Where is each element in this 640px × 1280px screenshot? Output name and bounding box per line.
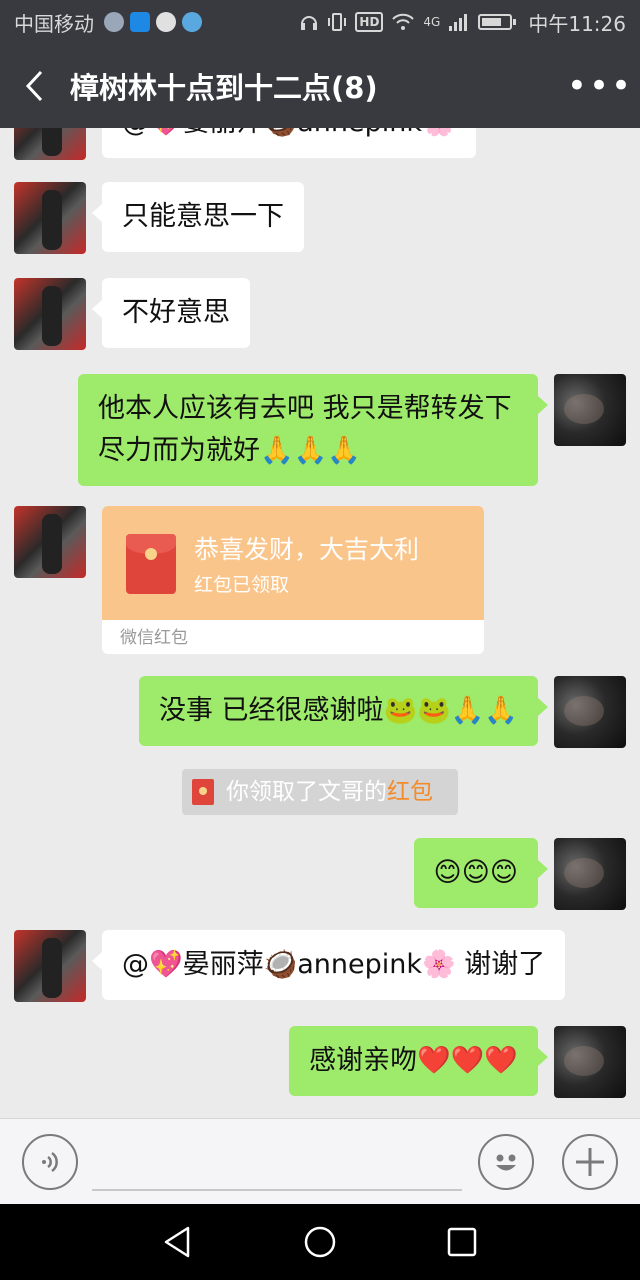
chat-title: 樟树林十点到十二点(8) xyxy=(70,71,378,105)
headset-icon xyxy=(301,16,318,30)
avatar[interactable] xyxy=(14,182,86,254)
battery-icon xyxy=(478,14,517,30)
home-circle-icon[interactable] xyxy=(302,1224,338,1260)
clock: 中午11:26 xyxy=(528,11,626,36)
message-bubble-in[interactable]: 不好意思 xyxy=(92,278,250,348)
red-packet-icon xyxy=(126,534,176,594)
avatar[interactable] xyxy=(554,838,626,910)
red-packet-icon xyxy=(192,779,214,805)
more-button[interactable]: ••• xyxy=(560,44,640,128)
back-button[interactable] xyxy=(0,44,70,128)
status-bar: 中国移动 HD 4G 中午11:26 xyxy=(0,0,640,44)
red-packet-status: 红包已领取 xyxy=(194,574,290,596)
message-bubble-in[interactable]: @💖晏丽萍🥥annepink🌸 xyxy=(102,128,476,158)
carrier-label: 中国移动 xyxy=(14,11,94,36)
emoji-icon xyxy=(496,1154,516,1171)
chat-area[interactable]: @💖晏丽萍🥥annepink🌸 只能意思一下 不好意思 他本人应该有去吧 我只是… xyxy=(0,128,640,1118)
shield-icon xyxy=(130,12,150,32)
red-packet-title: 恭喜发财，大吉大利 xyxy=(194,535,420,564)
avatar[interactable] xyxy=(14,128,86,160)
back-triangle-icon[interactable] xyxy=(160,1224,196,1260)
avatar[interactable] xyxy=(14,506,86,578)
message-row: @💖晏丽萍🥥annepink🌸 xyxy=(0,128,640,160)
message-bubble-out[interactable]: 没事 已经很感谢啦🐸🐸🙏🙏 xyxy=(138,676,549,746)
telegram-icon xyxy=(182,12,202,32)
vibrate-icon xyxy=(328,13,347,31)
emoji-button[interactable] xyxy=(478,1134,534,1190)
message-bubble-in[interactable]: @💖晏丽萍🥥annepink🌸 谢谢了 xyxy=(91,930,566,1000)
avatar[interactable] xyxy=(554,374,626,446)
avatar[interactable] xyxy=(14,930,86,1002)
more-icon: ••• xyxy=(566,66,634,106)
avatar[interactable] xyxy=(14,278,86,350)
system-message: 你领取了文哥的红包 xyxy=(182,769,458,815)
avatar[interactable] xyxy=(554,1026,626,1098)
wifi-icon xyxy=(392,13,415,30)
title-bar: 樟树林十点到十二点(8) ••• xyxy=(0,44,640,128)
chevron-left-icon xyxy=(25,70,43,102)
signal-icon xyxy=(449,14,468,31)
chat-bubble-icon xyxy=(156,12,176,32)
message-input[interactable] xyxy=(92,1189,462,1191)
avatar[interactable] xyxy=(554,676,626,748)
message-bubble-in[interactable]: 只能意思一下 xyxy=(92,182,304,252)
weather-icon xyxy=(104,12,124,32)
system-nav-bar xyxy=(0,1204,640,1280)
red-packet-card[interactable]: 恭喜发财，大吉大利 红包已领取 微信红包 xyxy=(102,506,484,654)
recents-square-icon[interactable] xyxy=(444,1224,480,1260)
voice-button[interactable] xyxy=(22,1134,78,1190)
network-label: 4G xyxy=(423,15,441,29)
voice-icon xyxy=(42,1151,58,1173)
system-message-link[interactable]: 红包 xyxy=(387,779,433,805)
system-message-text: 你领取了文哥的 xyxy=(226,779,387,805)
red-packet-footer: 微信红包 xyxy=(120,628,188,648)
plus-button[interactable] xyxy=(562,1134,618,1190)
message-bubble-out[interactable]: 😊😊😊 xyxy=(413,838,549,908)
input-bar xyxy=(0,1118,640,1204)
hd-icon: HD xyxy=(355,12,384,32)
plus-icon xyxy=(576,1148,604,1176)
message-bubble-out[interactable]: 他本人应该有去吧 我只是帮转发下尽力而为就好🙏🙏🙏 xyxy=(78,374,548,486)
message-bubble-out[interactable]: 感谢亲吻❤️❤️❤️ xyxy=(289,1026,548,1096)
